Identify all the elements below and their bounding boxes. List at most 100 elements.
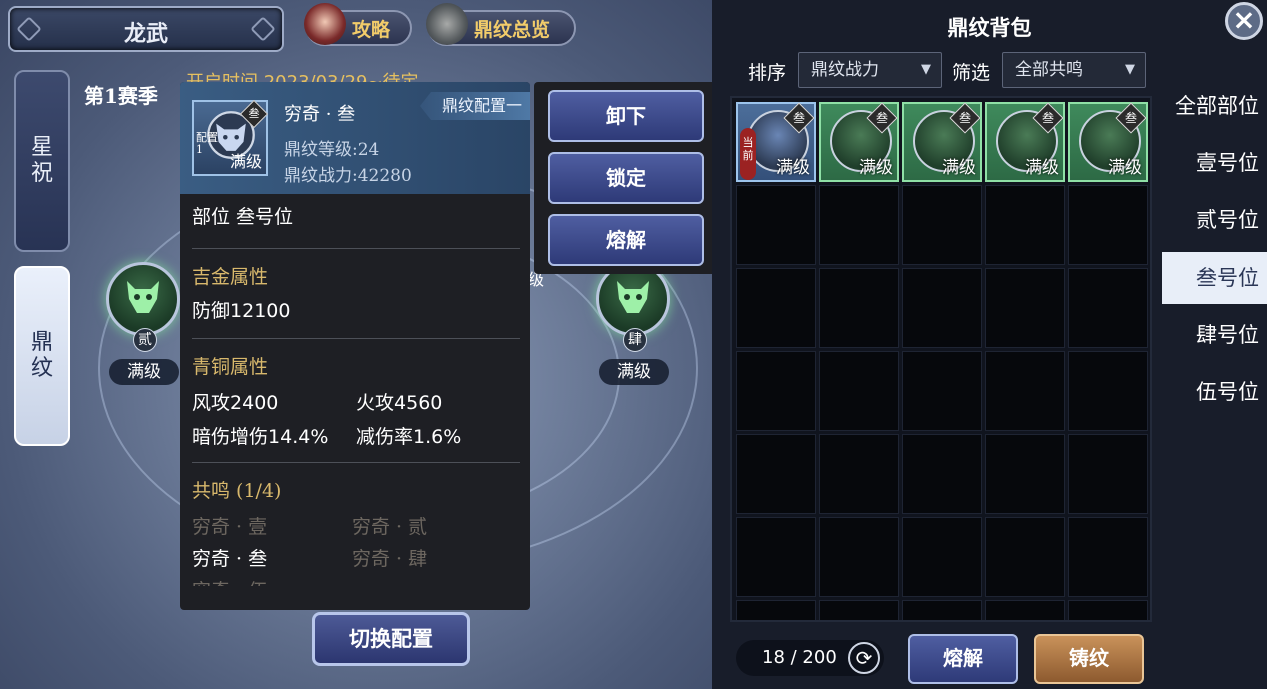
chevron-down-icon: ▼ (921, 62, 931, 77)
bag-slot[interactable] (902, 351, 982, 431)
stat-row: 风攻2400 (192, 388, 352, 415)
close-icon[interactable]: × (1225, 2, 1263, 40)
position-4[interactable]: 肆号位 (1162, 309, 1267, 361)
item-level: 满级 (859, 158, 893, 178)
bag-slot[interactable] (902, 268, 982, 348)
bag-slot[interactable] (902, 434, 982, 514)
stat-name: 风攻 (192, 392, 231, 414)
bag-slot[interactable] (819, 434, 899, 514)
bag-slot[interactable] (1068, 600, 1148, 620)
bag-item[interactable]: 叁当 前满级 (736, 102, 816, 182)
item-level: 满级 (1108, 158, 1142, 178)
bag-slot[interactable] (1068, 268, 1148, 348)
bag-slot[interactable] (985, 351, 1065, 431)
page-title: 龙武 (123, 21, 168, 47)
refresh-icon[interactable]: ⟳ (848, 642, 880, 674)
config-mini-label: 配置 1 (196, 131, 218, 156)
stat-value: 2400 (230, 392, 279, 414)
unequip-button[interactable]: 卸下 (548, 90, 704, 142)
item-level: 满级 (942, 158, 976, 178)
slot-2-badge: 贰 (133, 328, 157, 352)
bag-slot[interactable] (736, 185, 816, 265)
position-1[interactable]: 壹号位 (1162, 137, 1267, 189)
stat-name: 减伤率 (356, 426, 414, 448)
bag-slot[interactable] (736, 434, 816, 514)
bag-slot[interactable] (1068, 434, 1148, 514)
sort-dropdown[interactable]: 鼎纹战力 ▼ (798, 52, 942, 88)
bag-slot[interactable] (736, 268, 816, 348)
bag-slot[interactable] (736, 600, 816, 620)
sort-label: 排序 (748, 62, 787, 84)
overview-label: 鼎纹总览 (474, 18, 551, 41)
bag-item[interactable]: 叁满级 (819, 102, 899, 182)
resonance-item: 穷奇 · 肆 (352, 548, 428, 570)
bag-slot[interactable] (736, 351, 816, 431)
bag-slot[interactable] (902, 600, 982, 620)
beast-icon (617, 281, 649, 313)
bag-slot[interactable] (819, 268, 899, 348)
icon-level: 满级 (229, 152, 262, 171)
bag-slot[interactable] (985, 600, 1065, 620)
strategy-button[interactable]: 攻略 (304, 3, 412, 46)
tab-xingzhu[interactable]: 星 祝 (14, 70, 70, 252)
lock-button[interactable]: 锁定 (548, 152, 704, 204)
action-panel: 卸下 锁定 熔解 (534, 82, 718, 274)
tooltip-item-icon: 叁 配置 1 满级 (192, 99, 269, 176)
bag-slot[interactable] (819, 351, 899, 431)
bag-slot[interactable] (985, 185, 1065, 265)
divider (192, 248, 520, 249)
resonance-title: 共鸣 (1/4) (192, 480, 282, 502)
bag-slot[interactable] (819, 600, 899, 620)
filter-dropdown[interactable]: 全部共鸣 ▼ (1002, 52, 1146, 88)
bag-slot[interactable] (819, 517, 899, 597)
bag-slot[interactable] (902, 185, 982, 265)
switch-config-button[interactable]: 切换配置 (312, 612, 470, 666)
tooltip-header: 叁 配置 1 满级 穷奇 · 叁 鼎纹等级:24 鼎纹战力:42280 鼎纹配置… (180, 82, 530, 194)
position-all[interactable]: 全部部位 (1162, 80, 1267, 132)
bag-slot[interactable] (819, 185, 899, 265)
bag-item[interactable]: 叁满级 (1068, 102, 1148, 182)
jijin-stat: 防御12100 (192, 296, 520, 323)
config-tag: 鼎纹配置一 (420, 92, 530, 120)
bag-slot[interactable] (985, 268, 1065, 348)
stat-row: 减伤率1.6% (356, 422, 520, 449)
bag-slot[interactable] (736, 517, 816, 597)
tier-label: 叁 (1124, 111, 1137, 125)
jijin-title: 吉金属性 (192, 266, 269, 288)
slot-2-medal[interactable] (106, 262, 180, 336)
position-5[interactable]: 伍号位 (1162, 366, 1267, 418)
overview-button[interactable]: 鼎纹总览 (426, 3, 576, 46)
character-portrait-icon (304, 3, 346, 45)
bag-slot[interactable] (1068, 517, 1148, 597)
position-2[interactable]: 贰号位 (1162, 194, 1267, 246)
bag-slot[interactable] (985, 517, 1065, 597)
bag-slot[interactable] (1068, 185, 1148, 265)
bag-grid: 叁当 前满级叁满级叁满级叁满级叁满级 (730, 96, 1152, 622)
stat-name: 火攻 (356, 392, 395, 414)
position-3[interactable]: 叁号位 (1162, 252, 1267, 304)
tab-dingwen-label: 鼎 纹 (30, 330, 53, 381)
item-position: 部位 叁号位 (192, 206, 294, 228)
bag-title: 鼎纹背包 (947, 15, 1032, 40)
stat-row: 火攻4560 (356, 388, 520, 415)
dismantle-button[interactable]: 熔解 (548, 214, 704, 266)
bag-slot[interactable] (1068, 351, 1148, 431)
tier-label: 叁 (1041, 111, 1054, 125)
chevron-down-icon: ▼ (1125, 62, 1135, 77)
tab-xingzhu-label: 星 祝 (30, 135, 53, 186)
bag-slot[interactable] (902, 517, 982, 597)
bag-dismantle-button[interactable]: 熔解 (908, 634, 1018, 684)
cauldron-icon (426, 3, 468, 45)
stat-value: 12100 (230, 300, 291, 322)
title-plate: 龙武 (8, 6, 284, 52)
item-name: 穷奇 · 叁 (284, 104, 356, 125)
beast-icon (127, 281, 159, 313)
forge-button[interactable]: 铸纹 (1034, 634, 1144, 684)
resonance-item: 穷奇 · 贰 (352, 516, 428, 538)
bag-item[interactable]: 叁满级 (902, 102, 982, 182)
tab-dingwen[interactable]: 鼎 纹 (14, 266, 70, 446)
bag-slot[interactable] (985, 434, 1065, 514)
strategy-label: 攻略 (352, 18, 391, 41)
bag-item[interactable]: 叁满级 (985, 102, 1065, 182)
season-label: 第1赛季 (84, 84, 158, 108)
